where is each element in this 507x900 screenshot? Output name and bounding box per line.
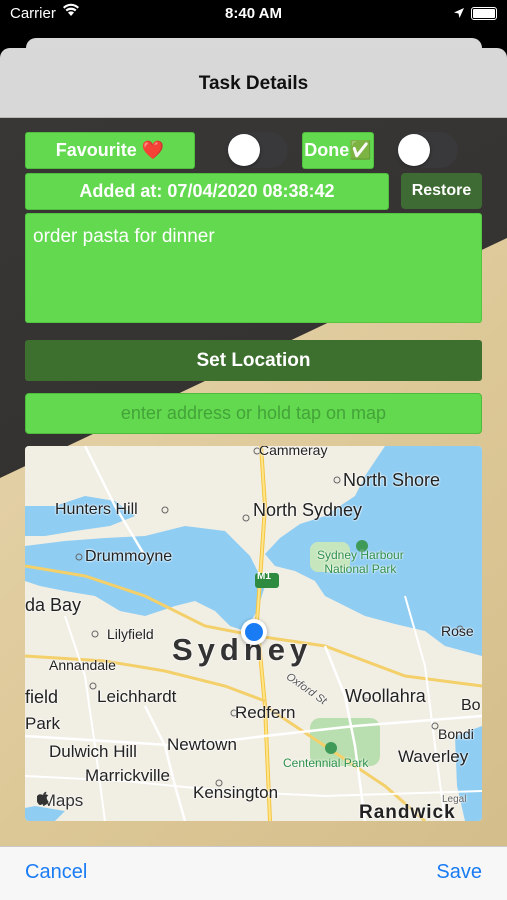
favourite-button[interactable]: Favourite ❤️ <box>25 132 195 169</box>
map-label-newtown: Newtown <box>167 735 237 754</box>
cancel-button[interactable]: Cancel <box>25 861 87 884</box>
map-label-sydney-harbour: Sydney Harbour National Park <box>317 548 404 576</box>
done-toggle[interactable] <box>396 132 458 168</box>
restore-button[interactable]: Restore <box>401 173 482 209</box>
map-label-redfern: Redfern <box>235 703 296 722</box>
map-label-hunters-hill: Hunters Hill <box>55 501 138 518</box>
map-label-randwick: Randwick <box>359 802 456 821</box>
map-label-park: Park <box>25 714 60 733</box>
toggle-knob <box>228 134 260 166</box>
map-label-marrickville: Marrickville <box>85 766 170 785</box>
map-label-da-bay: da Bay <box>25 595 82 615</box>
map-label-cammeray: Cammeray <box>259 446 328 458</box>
map-label-waverley: Waverley <box>398 747 469 766</box>
current-location-pin[interactable] <box>241 619 267 645</box>
save-button[interactable]: Save <box>436 861 482 884</box>
map-label-woollahra: Woollahra <box>345 686 426 706</box>
done-button[interactable]: Done✅ <box>302 132 374 169</box>
map-label-centennial-park: Centennial Park <box>283 756 369 770</box>
map-label-sydney-harbour-line2: National Park <box>324 562 397 576</box>
map-label-field: field <box>25 687 59 707</box>
task-details-sheet: Task Details Favourite ❤️ Done✅ Added at… <box>0 48 507 900</box>
set-location-button[interactable]: Set Location <box>25 340 482 381</box>
map-label-kensington: Kensington <box>193 783 279 802</box>
status-bar: Carrier 8:40 AM <box>0 0 507 28</box>
map-label-sydney-harbour-line1: Sydney Harbour <box>317 548 404 562</box>
bottom-toolbar: Cancel Save <box>0 846 507 900</box>
map-label-annandale: Annandale <box>49 657 116 673</box>
location-arrow-icon <box>453 6 465 23</box>
navigation-bar: Task Details <box>0 48 507 118</box>
address-input[interactable] <box>25 393 482 434</box>
map-label-bo: Bo <box>461 697 481 714</box>
page-title: Task Details <box>198 73 309 94</box>
map-label-dulwich-hill: Dulwich Hill <box>49 742 137 761</box>
battery-icon <box>471 7 497 20</box>
map-label-leichhardt: Leichhardt <box>97 687 177 706</box>
map-label-north-sydney: North Sydney <box>253 500 363 520</box>
map-label-drummoyne: Drummoyne <box>85 548 173 565</box>
m1-shield-label: M1 <box>257 571 271 582</box>
task-notes-textarea[interactable]: order pasta for dinner <box>25 213 482 323</box>
map-label-north-shore: North Shore <box>343 470 441 490</box>
added-at-label: Added at: 07/04/2020 08:38:42 <box>25 173 389 210</box>
map-label-bondi: Bondi <box>438 726 474 742</box>
clock: 8:40 AM <box>225 5 282 22</box>
toggle-knob <box>398 134 430 166</box>
map-label-lilyfield: Lilyfield <box>107 626 154 642</box>
map-label-rose: Rose <box>441 623 474 639</box>
map-view[interactable]: Cammeray North Shore Hunters Hill North … <box>25 446 482 821</box>
apple-maps-logo: Maps <box>37 791 83 811</box>
favourite-toggle[interactable] <box>226 132 288 168</box>
